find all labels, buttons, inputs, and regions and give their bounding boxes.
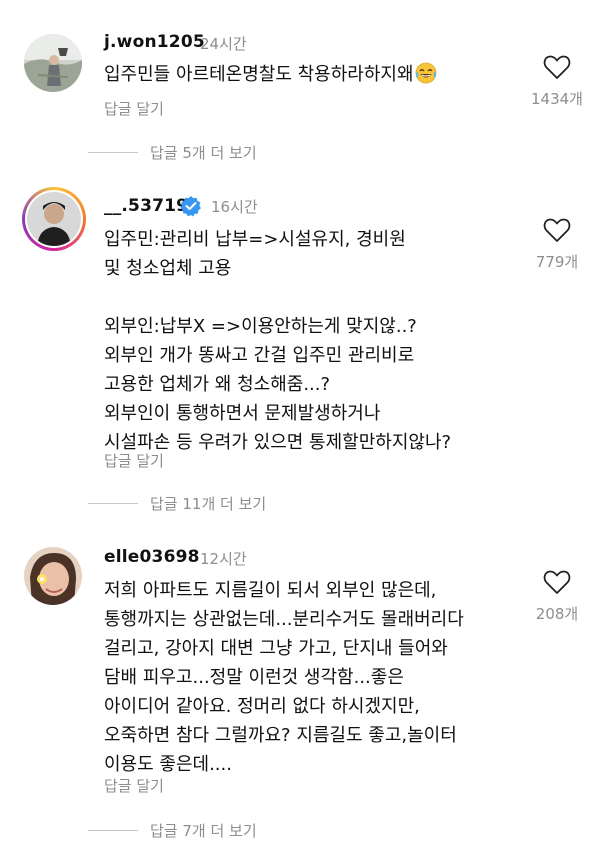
view-more-replies[interactable]: 답글 5개 더 보기 bbox=[88, 142, 257, 162]
divider-line bbox=[88, 502, 138, 504]
heart-icon[interactable] bbox=[543, 54, 571, 80]
avatar[interactable] bbox=[27, 192, 81, 246]
view-more-replies-label: 답글 7개 더 보기 bbox=[150, 821, 257, 840]
comment-text: 입주민들 아르테온명찰도 착용하라하지왜 bbox=[104, 60, 437, 89]
comment-text: 저희 아파트도 지름길이 되서 외부인 많은데, 통행까지는 상관없는데...분… bbox=[104, 580, 464, 775]
reply-button[interactable]: 답글 달기 bbox=[104, 775, 164, 796]
avatar[interactable] bbox=[24, 34, 82, 92]
reply-button[interactable]: 답글 달기 bbox=[104, 98, 164, 119]
like-count: 208개 bbox=[535, 605, 579, 623]
divider-line bbox=[88, 829, 138, 831]
username[interactable]: elle03698 bbox=[104, 547, 200, 567]
heart-icon[interactable] bbox=[543, 217, 571, 243]
timestamp: 24시간 bbox=[200, 35, 247, 53]
timestamp: 12시간 bbox=[200, 550, 247, 568]
reply-button[interactable]: 답글 달기 bbox=[104, 450, 164, 471]
view-more-replies[interactable]: 답글 7개 더 보기 bbox=[88, 820, 257, 840]
avatar[interactable] bbox=[24, 547, 82, 605]
view-more-replies-label: 답글 5개 더 보기 bbox=[150, 143, 257, 162]
like-count: 779개 bbox=[535, 253, 579, 271]
view-more-replies[interactable]: 답글 11개 더 보기 bbox=[88, 493, 266, 513]
timestamp: 16시간 bbox=[211, 198, 258, 216]
username[interactable]: __.53719 bbox=[104, 196, 188, 216]
view-more-replies-label: 답글 11개 더 보기 bbox=[150, 494, 267, 513]
comment-text: 입주민:관리비 납부=>시설유지, 경비원 및 청소업체 고용 외부인:납부X … bbox=[104, 229, 452, 453]
heart-icon[interactable] bbox=[543, 569, 571, 595]
verified-badge-icon bbox=[180, 196, 201, 217]
divider-line bbox=[88, 151, 138, 153]
username[interactable]: j.won1205 bbox=[104, 32, 205, 52]
face-with-tears-of-joy-icon bbox=[415, 62, 437, 84]
like-count: 1434개 bbox=[531, 90, 583, 108]
